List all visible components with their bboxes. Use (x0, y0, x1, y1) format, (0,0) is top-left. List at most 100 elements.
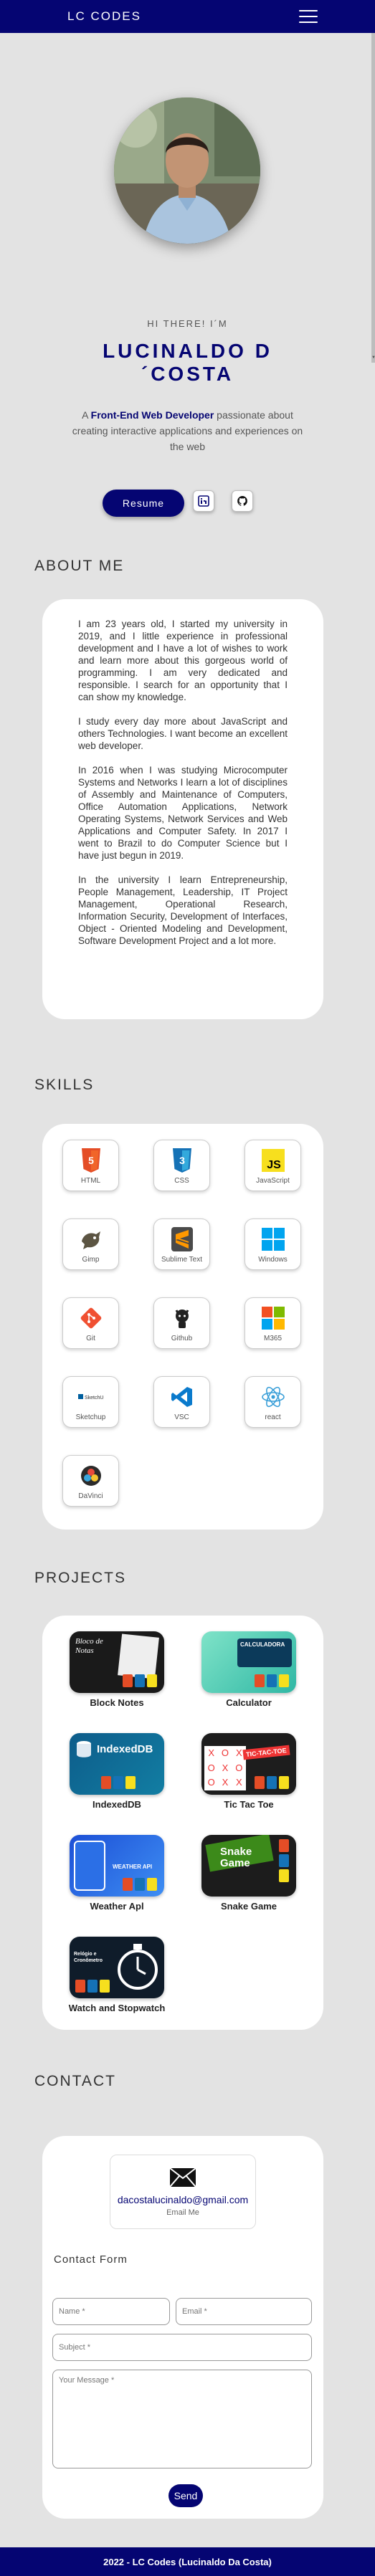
project-snake-game[interactable]: Snake Game Snake Game (196, 1835, 302, 1912)
top-navbar: LC CODES (0, 0, 375, 33)
hero-name-line-1: LUCINALDO D (103, 340, 272, 362)
projects-card: Bloco de Notas Block Notes CALCULADORA C… (42, 1616, 323, 2030)
project-weather-api[interactable]: WEATHER API Weather Apl (64, 1835, 170, 1912)
skill-label: Windows (258, 1255, 288, 1264)
footer-text: 2022 - LC Codes (Lucinaldo Da Costa) (103, 2556, 272, 2567)
vscode-icon (168, 1383, 196, 1411)
contact-form-title: Contact Form (54, 2253, 128, 2266)
skill-label: react (265, 1413, 281, 1421)
email-caption: Email Me (166, 2208, 199, 2217)
hero-name: LUCINALDO D ´COSTA (86, 340, 289, 386)
email-card[interactable]: dacostalucinaldo@gmail.com Email Me (110, 2155, 256, 2229)
project-thumbnail: XOXOXOOXX TIC-TAC-TOE (201, 1733, 296, 1795)
about-text: I am 23 years old, I started my universi… (78, 618, 288, 959)
hero-greeting: HI THERE! I´M (147, 318, 228, 329)
svg-text:JS: JS (267, 1159, 281, 1171)
project-block-notes[interactable]: Bloco de Notas Block Notes (64, 1631, 170, 1708)
skill-davinci[interactable]: DaVinci (62, 1455, 119, 1507)
gimp-icon (77, 1226, 105, 1253)
skill-git[interactable]: Git (62, 1297, 119, 1349)
envelope-icon (169, 2167, 196, 2188)
send-button[interactable]: Send (168, 2484, 203, 2507)
skill-label: DaVinci (78, 1492, 103, 1500)
about-paragraph: I study every day more about JavaScript … (78, 716, 288, 751)
svg-text:3: 3 (179, 1155, 185, 1166)
thumbnail-caption: WEATHER API (113, 1864, 153, 1870)
message-field[interactable] (52, 2370, 312, 2468)
skill-sketchup[interactable]: SketchUp Sketchup (62, 1376, 119, 1428)
github-icon (168, 1304, 196, 1332)
project-thumbnail: IndexedDB (70, 1733, 164, 1795)
davinci-resolve-icon (77, 1462, 105, 1489)
skill-label: Sketchup (75, 1413, 106, 1421)
github-icon[interactable] (232, 490, 253, 512)
skill-html[interactable]: 5 HTML (62, 1140, 119, 1191)
about-card: I am 23 years old, I started my universi… (42, 599, 323, 1019)
git-icon (77, 1304, 105, 1332)
skills-section-title: SKILLS (34, 1077, 95, 1093)
skill-gimp[interactable]: Gimp (62, 1218, 119, 1270)
portfolio-page: LC CODES ▼ HI THERE! I´M LUCINALDO D ´CO… (0, 0, 375, 2576)
page-footer: 2022 - LC Codes (Lucinaldo Da Costa) (0, 2547, 375, 2576)
tagline-role: Front-End Web Developer (90, 409, 214, 421)
skill-label: JavaScript (256, 1176, 290, 1185)
skill-vsc[interactable]: VSC (153, 1376, 210, 1428)
about-paragraph: In the university I learn Entrepreneursh… (78, 874, 288, 946)
email-field[interactable] (176, 2298, 312, 2325)
sublime-text-icon (168, 1226, 196, 1253)
svg-text:5: 5 (88, 1155, 94, 1166)
thumbnail-caption: Snake Game (220, 1846, 252, 1869)
about-paragraph: I am 23 years old, I started my universi… (78, 619, 288, 702)
thumbnail-caption: TIC-TAC-TOE (242, 1745, 290, 1760)
skill-sublime-text[interactable]: Sublime Text (153, 1218, 210, 1270)
react-icon (260, 1383, 287, 1411)
microsoft-365-icon (260, 1304, 287, 1332)
project-label: Watch and Stopwatch (68, 2003, 166, 2013)
skill-css[interactable]: 3 CSS (153, 1140, 210, 1191)
project-thumbnail: Bloco de Notas (70, 1631, 164, 1693)
contact-section-title: CONTACT (34, 2073, 116, 2089)
hero-section: HI THERE! I´M LUCINALDO D ´COSTA A Front… (0, 33, 375, 535)
project-thumbnail: CALCULADORA (201, 1631, 296, 1693)
contact-card: dacostalucinaldo@gmail.com Email Me Cont… (42, 2136, 323, 2519)
name-field[interactable] (52, 2298, 170, 2325)
html5-icon: 5 (77, 1147, 105, 1174)
hamburger-menu-icon[interactable] (299, 10, 318, 23)
javascript-icon: JS (260, 1147, 287, 1174)
skill-label: Sublime Text (161, 1255, 203, 1264)
project-indexeddb[interactable]: IndexedDB IndexedDB (64, 1733, 170, 1810)
email-address[interactable]: dacostalucinaldo@gmail.com (118, 2194, 248, 2205)
windows-icon (260, 1226, 287, 1253)
tagline-prefix: A (82, 409, 91, 421)
skill-label: M365 (263, 1334, 282, 1342)
skill-windows[interactable]: Windows (245, 1218, 301, 1270)
project-watch-and-stopwatch[interactable]: Relógio e Cronômetro Watch and Stopwatch (64, 1937, 170, 2013)
brand-logo[interactable]: LC CODES (67, 9, 141, 24)
hero-name-line-2: ´COSTA (141, 363, 234, 385)
skill-github[interactable]: Github (153, 1297, 210, 1349)
thumbnail-caption: Relógio e Cronômetro (74, 1952, 103, 1963)
thumbnail-caption: CALCULADORA (240, 1641, 285, 1648)
skill-react[interactable]: react (245, 1376, 301, 1428)
project-calculator[interactable]: CALCULADORA Calculator (196, 1631, 302, 1708)
project-thumbnail: WEATHER API (70, 1835, 164, 1897)
linkedin-icon[interactable] (193, 490, 214, 512)
skill-javascript[interactable]: JS JavaScript (245, 1140, 301, 1191)
css3-icon: 3 (168, 1147, 196, 1174)
skill-m365[interactable]: M365 (245, 1297, 301, 1349)
svg-text:SketchUp: SketchUp (85, 1396, 104, 1401)
project-thumbnail: Relógio e Cronômetro (70, 1937, 164, 1998)
projects-section-title: PROJECTS (34, 1570, 127, 1586)
resume-button[interactable]: Resume (103, 490, 184, 517)
thumbnail-caption: Bloco de Notas (75, 1637, 103, 1655)
skills-card: 5 HTML 3 CSS JS JavaScript Gimp Sublime … (42, 1124, 323, 1530)
skill-label: Github (171, 1334, 193, 1342)
project-tic-tac-toe[interactable]: XOXOXOOXX TIC-TAC-TOE Tic Tac Toe (196, 1733, 302, 1810)
project-label: Tic Tac Toe (224, 1799, 274, 1810)
project-thumbnail: Snake Game (201, 1835, 296, 1897)
project-label: Weather Apl (90, 1901, 144, 1912)
thumbnail-caption: IndexedDB (97, 1743, 153, 1755)
skill-label: Gimp (82, 1255, 100, 1264)
hero-tagline: A Front-End Web Developer passionate abo… (65, 407, 310, 454)
subject-field[interactable] (52, 2334, 312, 2361)
